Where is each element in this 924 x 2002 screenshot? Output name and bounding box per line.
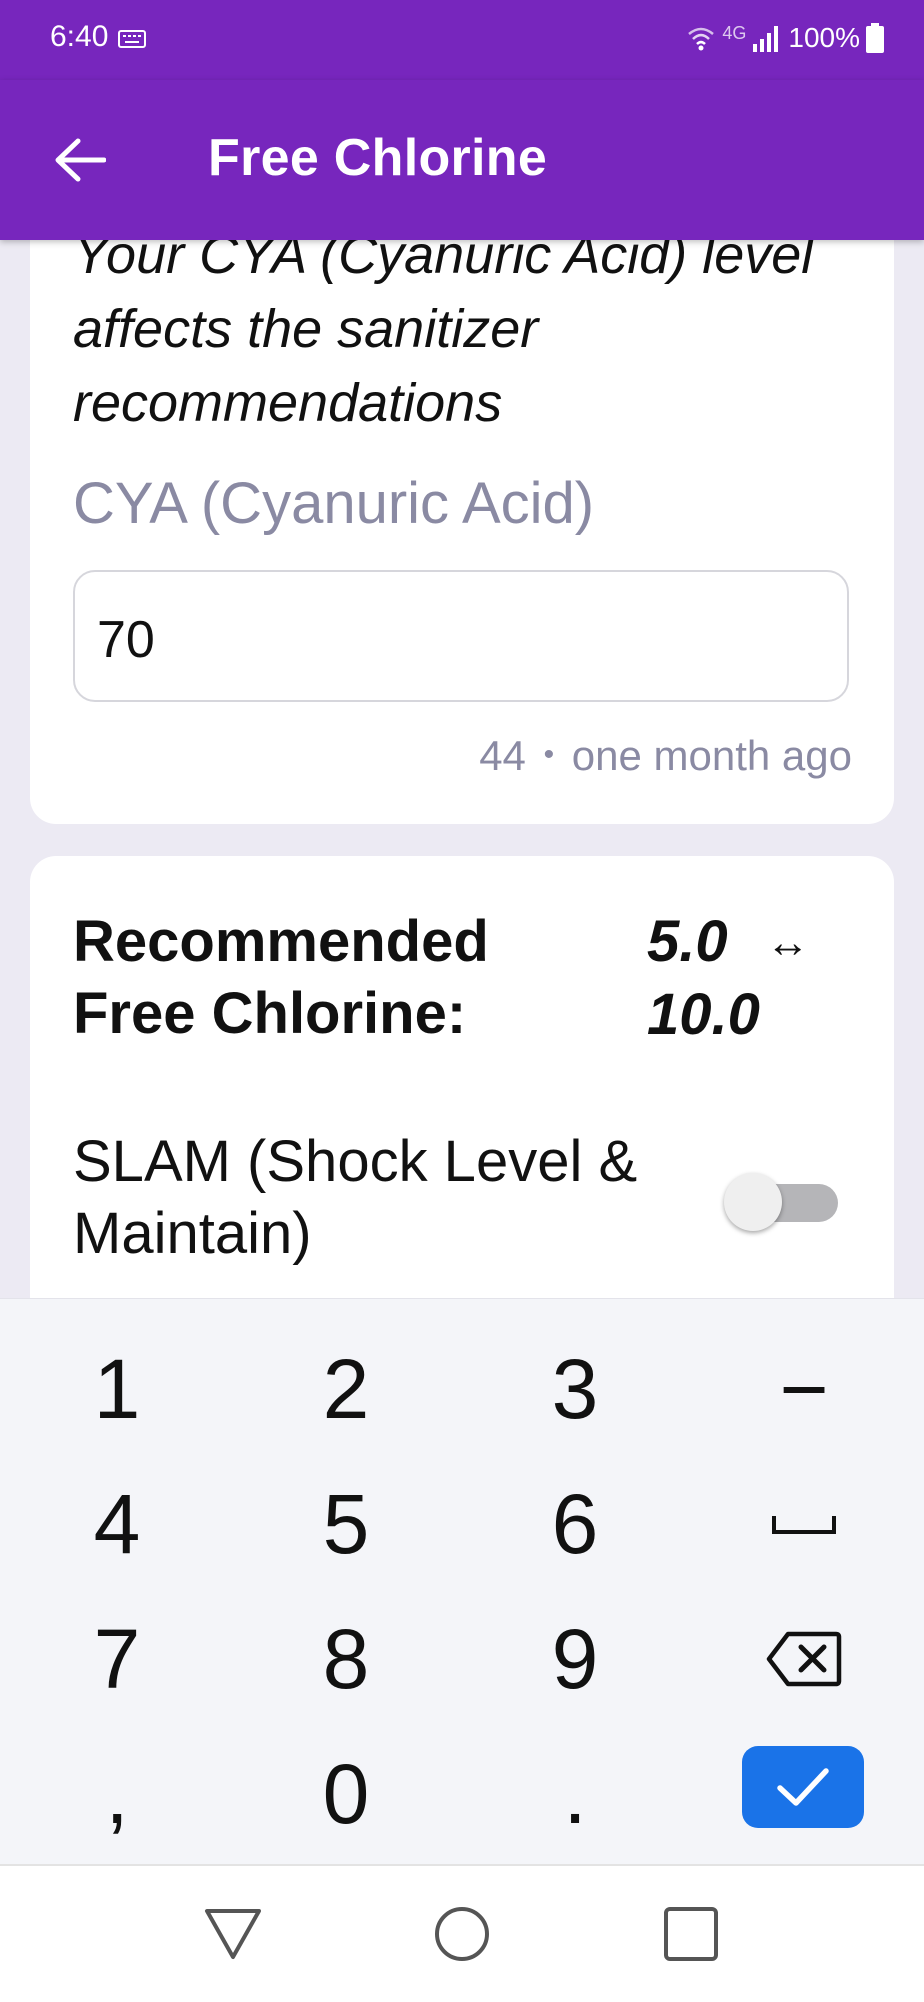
checkmark-icon (777, 1768, 829, 1806)
history-separator: • (543, 738, 555, 771)
slam-label: SLAM (Shock Level & Maintain) (73, 1129, 638, 1266)
network-label: 4G (722, 22, 747, 43)
history-time: one month ago (571, 732, 852, 779)
key-6[interactable]: 6 (485, 1464, 665, 1584)
cya-history: 44 • one month ago (479, 732, 852, 780)
key-0[interactable]: 0 (256, 1734, 436, 1854)
recommended-label-line1: Recommended (73, 909, 489, 974)
range-high: 10.0 (647, 982, 760, 1047)
key-9[interactable]: 9 (485, 1599, 665, 1719)
key-2[interactable]: 2 (256, 1329, 436, 1449)
key-period[interactable]: . (485, 1734, 665, 1854)
keyboard-icon (118, 30, 146, 48)
nav-recents-button[interactable] (641, 1894, 741, 1974)
key-minus[interactable]: − (714, 1329, 894, 1449)
space-icon (772, 1516, 836, 1534)
cya-input[interactable]: 70 (73, 570, 849, 702)
recommended-label: Recommended Free Chlorine: (73, 906, 489, 1050)
slam-toggle-knob (724, 1173, 782, 1231)
recommendation-card: Recommended Free Chlorine: 5.0 ↔ 10.0 SL… (30, 856, 894, 1300)
recommended-range: 5.0 ↔ 10.0 (647, 906, 810, 1051)
numeric-keyboard: 1 2 3 − 4 5 6 7 8 9 , 0 . (0, 1298, 924, 1865)
key-backspace[interactable] (714, 1599, 894, 1719)
nav-back-button[interactable] (183, 1894, 283, 1974)
key-comma[interactable]: , (27, 1734, 207, 1854)
range-low: 5.0 (647, 909, 728, 974)
key-7[interactable]: 7 (27, 1599, 207, 1719)
nav-home-button[interactable] (412, 1894, 512, 1974)
signal-icon (753, 26, 779, 52)
status-bar: 6:40 4G 100% (0, 0, 924, 80)
triangle-back-icon (205, 1909, 261, 1959)
slam-toggle[interactable] (724, 1166, 854, 1236)
history-value: 44 (479, 732, 526, 779)
system-nav-bar (0, 1864, 924, 2002)
done-button[interactable] (742, 1746, 864, 1828)
key-3[interactable]: 3 (485, 1329, 665, 1449)
key-5[interactable]: 5 (256, 1464, 436, 1584)
key-8[interactable]: 8 (256, 1599, 436, 1719)
key-4[interactable]: 4 (27, 1464, 207, 1584)
circle-home-icon (435, 1907, 489, 1961)
range-arrow-icon: ↔ (765, 918, 810, 967)
page-title: Free Chlorine (208, 129, 548, 187)
key-1[interactable]: 1 (27, 1329, 207, 1449)
status-icons: 4G 100% (686, 18, 884, 58)
recommended-label-line2: Free Chlorine: (73, 981, 467, 1046)
backspace-icon (766, 1631, 842, 1687)
battery-text: 100% (788, 22, 860, 53)
status-time: 6:40 (50, 20, 109, 53)
cya-description: Your CYA (Cyanuric Acid) level affects t… (73, 225, 814, 433)
key-space[interactable] (714, 1464, 894, 1584)
square-recents-icon (664, 1907, 718, 1961)
battery-icon (866, 23, 884, 53)
wifi-icon (688, 27, 715, 51)
cya-field-label: CYA (Cyanuric Acid) (73, 471, 595, 536)
back-button[interactable] (40, 120, 120, 200)
app-bar: Free Chlorine (0, 80, 924, 240)
arrow-left-icon (55, 138, 106, 182)
